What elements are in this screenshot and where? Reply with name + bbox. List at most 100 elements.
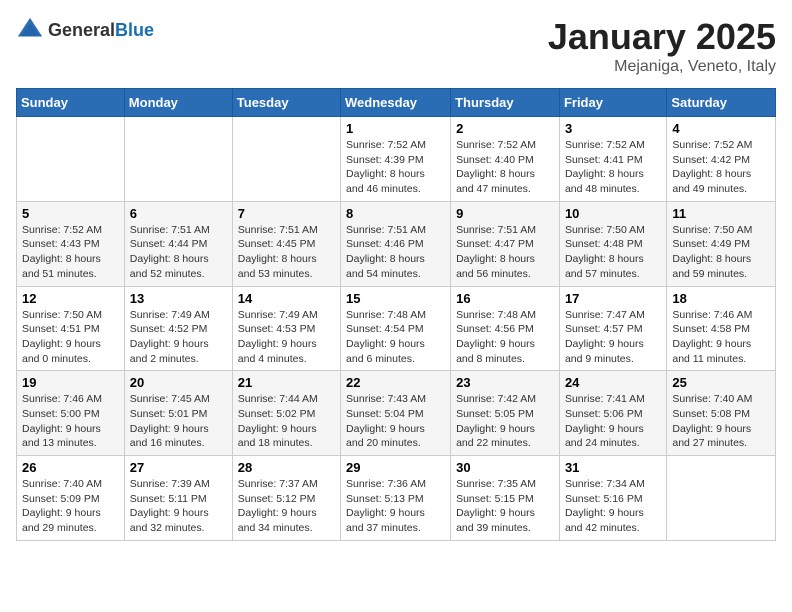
weekday-header-saturday: Saturday: [667, 89, 776, 117]
day-number: 9: [456, 206, 554, 221]
day-info: Sunrise: 7:39 AMSunset: 5:11 PMDaylight:…: [130, 477, 227, 536]
day-info: Sunrise: 7:52 AMSunset: 4:39 PMDaylight:…: [346, 138, 445, 197]
calendar-table: SundayMondayTuesdayWednesdayThursdayFrid…: [16, 88, 776, 541]
day-info: Sunrise: 7:36 AMSunset: 5:13 PMDaylight:…: [346, 477, 445, 536]
day-info: Sunrise: 7:46 AMSunset: 4:58 PMDaylight:…: [672, 308, 770, 367]
calendar-cell: [17, 117, 125, 202]
day-number: 8: [346, 206, 445, 221]
day-number: 4: [672, 121, 770, 136]
day-number: 23: [456, 375, 554, 390]
calendar-cell: 23 Sunrise: 7:42 AMSunset: 5:05 PMDayligh…: [451, 371, 560, 456]
calendar-cell: 19 Sunrise: 7:46 AMSunset: 5:00 PMDayligh…: [17, 371, 125, 456]
day-number: 25: [672, 375, 770, 390]
day-info: Sunrise: 7:35 AMSunset: 5:15 PMDaylight:…: [456, 477, 554, 536]
calendar-cell: [667, 456, 776, 541]
day-info: Sunrise: 7:50 AMSunset: 4:51 PMDaylight:…: [22, 308, 119, 367]
calendar-cell: 6 Sunrise: 7:51 AMSunset: 4:44 PMDaylight…: [124, 201, 232, 286]
day-info: Sunrise: 7:45 AMSunset: 5:01 PMDaylight:…: [130, 392, 227, 451]
day-info: Sunrise: 7:48 AMSunset: 4:54 PMDaylight:…: [346, 308, 445, 367]
day-info: Sunrise: 7:50 AMSunset: 4:49 PMDaylight:…: [672, 223, 770, 282]
logo-text-general: General: [48, 20, 115, 40]
calendar-week-row: 12 Sunrise: 7:50 AMSunset: 4:51 PMDayligh…: [17, 286, 776, 371]
calendar-cell: 20 Sunrise: 7:45 AMSunset: 5:01 PMDayligh…: [124, 371, 232, 456]
day-info: Sunrise: 7:50 AMSunset: 4:48 PMDaylight:…: [565, 223, 661, 282]
day-number: 14: [238, 291, 335, 306]
day-info: Sunrise: 7:52 AMSunset: 4:42 PMDaylight:…: [672, 138, 770, 197]
calendar-cell: 16Sunrise: 7:48 AMSunset: 4:56 PMDayligh…: [451, 286, 560, 371]
calendar-cell: 9Sunrise: 7:51 AMSunset: 4:47 PMDaylight…: [451, 201, 560, 286]
day-number: 29: [346, 460, 445, 475]
day-number: 21: [238, 375, 335, 390]
day-number: 30: [456, 460, 554, 475]
weekday-header-tuesday: Tuesday: [232, 89, 340, 117]
day-info: Sunrise: 7:40 AMSunset: 5:09 PMDaylight:…: [22, 477, 119, 536]
day-number: 6: [130, 206, 227, 221]
calendar-cell: 26 Sunrise: 7:40 AMSunset: 5:09 PMDayligh…: [17, 456, 125, 541]
logo-icon: [16, 16, 44, 44]
calendar-cell: 30 Sunrise: 7:35 AMSunset: 5:15 PMDayligh…: [451, 456, 560, 541]
day-number: 20: [130, 375, 227, 390]
day-info: Sunrise: 7:52 AMSunset: 4:40 PMDaylight:…: [456, 138, 554, 197]
day-info: Sunrise: 7:51 AMSunset: 4:46 PMDaylight:…: [346, 223, 445, 282]
day-number: 13: [130, 291, 227, 306]
day-number: 12: [22, 291, 119, 306]
logo: GeneralBlue: [16, 16, 154, 44]
day-number: 28: [238, 460, 335, 475]
day-number: 24: [565, 375, 661, 390]
day-info: Sunrise: 7:51 AMSunset: 4:45 PMDaylight:…: [238, 223, 335, 282]
calendar-week-row: 26 Sunrise: 7:40 AMSunset: 5:09 PMDayligh…: [17, 456, 776, 541]
day-info: Sunrise: 7:47 AMSunset: 4:57 PMDaylight:…: [565, 308, 661, 367]
weekday-header-sunday: Sunday: [17, 89, 125, 117]
page-header: GeneralBlue January 2025 Mejaniga, Venet…: [16, 16, 776, 76]
calendar-cell: 13Sunrise: 7:49 AMSunset: 4:52 PMDayligh…: [124, 286, 232, 371]
calendar-cell: 29 Sunrise: 7:36 AMSunset: 5:13 PMDayligh…: [341, 456, 451, 541]
day-info: Sunrise: 7:52 AMSunset: 4:41 PMDaylight:…: [565, 138, 661, 197]
weekday-header-friday: Friday: [559, 89, 666, 117]
day-info: Sunrise: 7:49 AMSunset: 4:53 PMDaylight:…: [238, 308, 335, 367]
calendar-cell: 18 Sunrise: 7:46 AMSunset: 4:58 PMDayligh…: [667, 286, 776, 371]
day-info: Sunrise: 7:42 AMSunset: 5:05 PMDaylight:…: [456, 392, 554, 451]
weekday-header-wednesday: Wednesday: [341, 89, 451, 117]
day-number: 31: [565, 460, 661, 475]
calendar-cell: [232, 117, 340, 202]
location-subtitle: Mejaniga, Veneto, Italy: [548, 58, 776, 76]
calendar-week-row: 5 Sunrise: 7:52 AMSunset: 4:43 PMDaylight…: [17, 201, 776, 286]
day-number: 1: [346, 121, 445, 136]
calendar-cell: 11Sunrise: 7:50 AMSunset: 4:49 PMDayligh…: [667, 201, 776, 286]
day-info: Sunrise: 7:52 AMSunset: 4:43 PMDaylight:…: [22, 223, 119, 282]
calendar-cell: 27Sunrise: 7:39 AMSunset: 5:11 PMDayligh…: [124, 456, 232, 541]
weekday-header-row: SundayMondayTuesdayWednesdayThursdayFrid…: [17, 89, 776, 117]
calendar-cell: 10 Sunrise: 7:50 AMSunset: 4:48 PMDayligh…: [559, 201, 666, 286]
day-number: 19: [22, 375, 119, 390]
calendar-cell: 17Sunrise: 7:47 AMSunset: 4:57 PMDayligh…: [559, 286, 666, 371]
calendar-cell: 28Sunrise: 7:37 AMSunset: 5:12 PMDayligh…: [232, 456, 340, 541]
day-info: Sunrise: 7:41 AMSunset: 5:06 PMDaylight:…: [565, 392, 661, 451]
logo-text-blue: Blue: [115, 20, 154, 40]
day-info: Sunrise: 7:44 AMSunset: 5:02 PMDaylight:…: [238, 392, 335, 451]
day-info: Sunrise: 7:43 AMSunset: 5:04 PMDaylight:…: [346, 392, 445, 451]
calendar-cell: 14 Sunrise: 7:49 AMSunset: 4:53 PMDayligh…: [232, 286, 340, 371]
day-number: 3: [565, 121, 661, 136]
day-info: Sunrise: 7:48 AMSunset: 4:56 PMDaylight:…: [456, 308, 554, 367]
calendar-week-row: 1 Sunrise: 7:52 AMSunset: 4:39 PMDaylight…: [17, 117, 776, 202]
calendar-cell: 12 Sunrise: 7:50 AMSunset: 4:51 PMDayligh…: [17, 286, 125, 371]
calendar-cell: 3 Sunrise: 7:52 AMSunset: 4:41 PMDaylight…: [559, 117, 666, 202]
calendar-cell: 4 Sunrise: 7:52 AMSunset: 4:42 PMDaylight…: [667, 117, 776, 202]
day-number: 18: [672, 291, 770, 306]
calendar-cell: 7Sunrise: 7:51 AMSunset: 4:45 PMDaylight…: [232, 201, 340, 286]
calendar-cell: [124, 117, 232, 202]
calendar-cell: 31Sunrise: 7:34 AMSunset: 5:16 PMDayligh…: [559, 456, 666, 541]
day-info: Sunrise: 7:51 AMSunset: 4:44 PMDaylight:…: [130, 223, 227, 282]
calendar-cell: 22 Sunrise: 7:43 AMSunset: 5:04 PMDayligh…: [341, 371, 451, 456]
day-number: 10: [565, 206, 661, 221]
day-number: 5: [22, 206, 119, 221]
weekday-header-thursday: Thursday: [451, 89, 560, 117]
day-info: Sunrise: 7:46 AMSunset: 5:00 PMDaylight:…: [22, 392, 119, 451]
day-number: 2: [456, 121, 554, 136]
day-info: Sunrise: 7:40 AMSunset: 5:08 PMDaylight:…: [672, 392, 770, 451]
calendar-cell: 8 Sunrise: 7:51 AMSunset: 4:46 PMDaylight…: [341, 201, 451, 286]
day-number: 26: [22, 460, 119, 475]
month-title: January 2025: [548, 16, 776, 58]
calendar-cell: 24 Sunrise: 7:41 AMSunset: 5:06 PMDayligh…: [559, 371, 666, 456]
day-number: 22: [346, 375, 445, 390]
